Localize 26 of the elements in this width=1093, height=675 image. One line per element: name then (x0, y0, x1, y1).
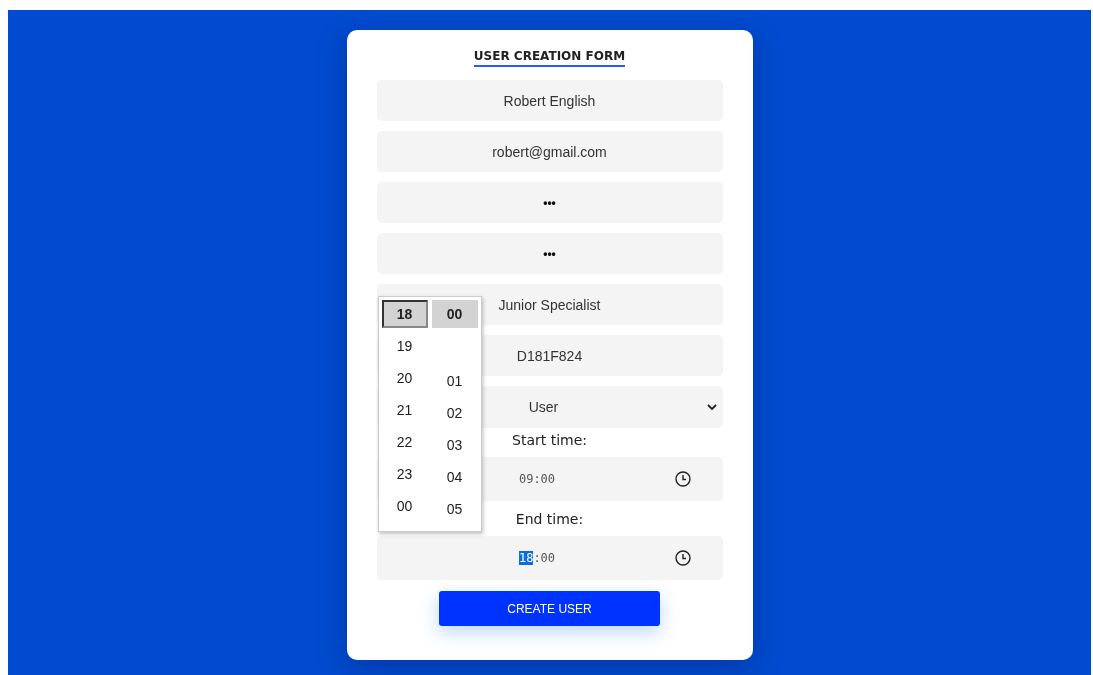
form-title: USER CREATION FORM (473, 49, 626, 67)
time-label: End time: (515, 511, 584, 529)
hour-option[interactable]: 22 (381, 428, 428, 460)
minute-option[interactable]: 04 (431, 467, 478, 499)
text-field[interactable]: Robert English (376, 80, 723, 121)
clock-icon[interactable] (674, 550, 691, 566)
text-field[interactable]: robert@gmail.com (376, 131, 723, 172)
hour-option[interactable]: 18 (381, 300, 428, 328)
hour-segment[interactable]: 09 (518, 472, 534, 486)
hour-option[interactable]: 19 (381, 332, 428, 364)
minute-option[interactable]: 05 (431, 499, 478, 531)
hour-option[interactable]: 23 (381, 460, 428, 492)
chevron-down-icon (706, 404, 717, 411)
hour-segment[interactable]: 18 (518, 551, 534, 565)
minute-option[interactable]: 00 (431, 300, 478, 328)
time-field[interactable]: 18:00 (376, 536, 723, 580)
clock-icon[interactable] (674, 471, 691, 487)
minute-segment[interactable]: 00 (540, 472, 556, 486)
password-field[interactable]: ••• (376, 182, 723, 223)
minute-segment[interactable]: 00 (540, 551, 556, 565)
create-user-button[interactable]: CREATE USER (439, 591, 660, 626)
password-field[interactable]: ••• (376, 233, 723, 274)
time-separator: : (533, 551, 541, 565)
time-label: Start time: (512, 432, 587, 450)
time-separator: : (533, 472, 541, 486)
hour-option[interactable]: 21 (381, 396, 428, 428)
